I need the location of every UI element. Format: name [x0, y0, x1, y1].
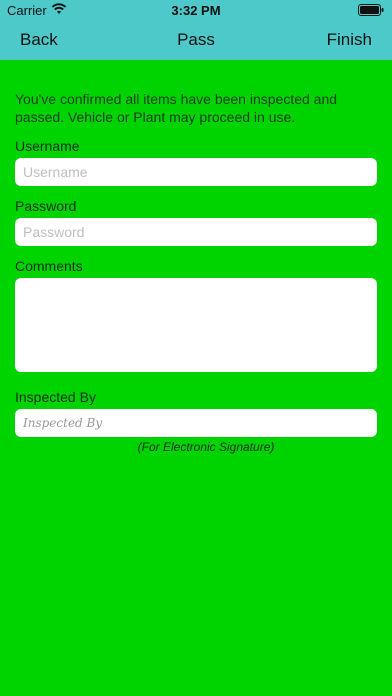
username-label: Username [15, 138, 80, 154]
status-time: 3:32 PM [171, 3, 221, 18]
status-bar: Carrier 3:32 PM [0, 0, 392, 22]
navigation-bar: Back Pass Finish [0, 22, 392, 60]
finish-button[interactable]: Finish [327, 30, 372, 50]
signature-field[interactable]: Inspected By [15, 409, 377, 437]
password-input[interactable] [15, 218, 377, 246]
confirmation-message: You've confirmed all items have been ins… [15, 91, 338, 125]
signature-placeholder: Inspected By [23, 416, 103, 430]
comments-label: Comments [15, 258, 83, 274]
battery-icon [358, 4, 384, 19]
username-input[interactable] [15, 158, 377, 186]
inspected-by-label: Inspected By [15, 389, 96, 405]
comments-textarea[interactable] [15, 278, 377, 372]
signature-hint: (For Electronic Signature) [137, 440, 275, 454]
inspection-form: You've confirmed all items have been ins… [15, 90, 377, 454]
password-label: Password [15, 198, 77, 214]
